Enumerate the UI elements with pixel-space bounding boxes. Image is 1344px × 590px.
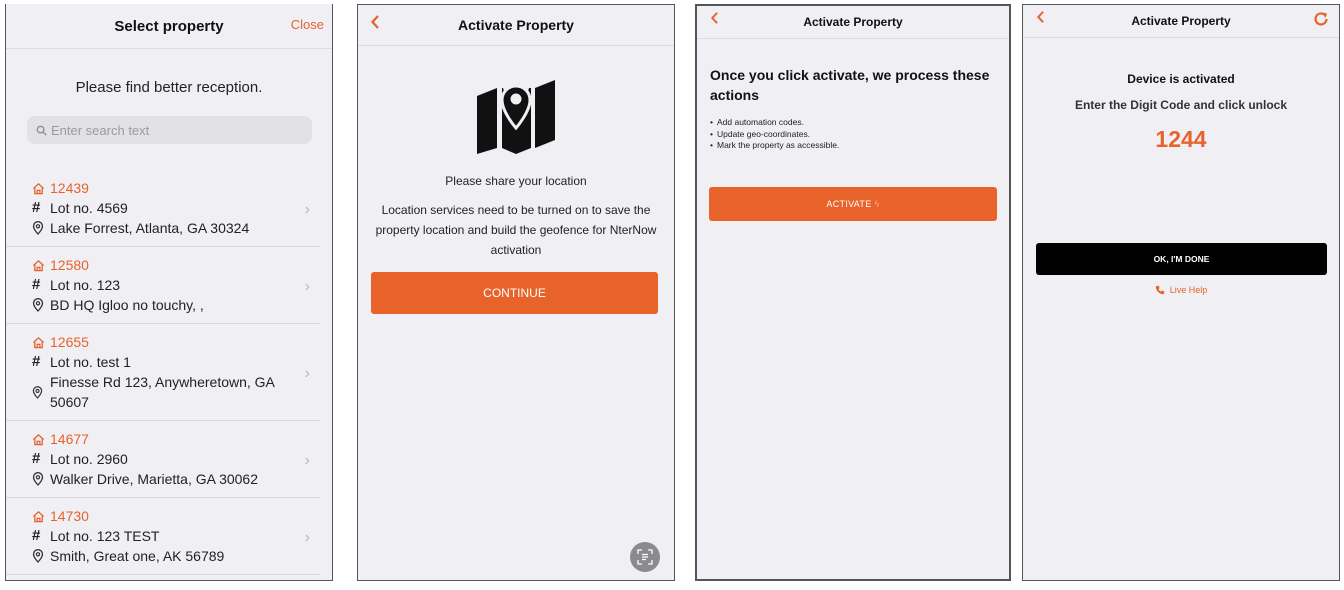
list-item[interactable]: 14677 # Lot no. 2960 Walker Drive, Mariet… (6, 421, 320, 498)
phone-icon (1155, 285, 1164, 295)
actions-list: Add automation codes. Update geo-coordin… (710, 117, 1009, 152)
chevron-right-icon: › (304, 278, 310, 295)
header: Select property Close (6, 4, 332, 49)
page-title: Activate Property (803, 15, 903, 29)
back-chevron-icon[interactable] (710, 11, 724, 29)
location-pin-icon (32, 295, 50, 315)
property-id: 12580 (50, 257, 89, 273)
chevron-right-icon: › (304, 201, 310, 218)
search-placeholder: Enter search text (51, 122, 150, 138)
hash-icon: # (32, 276, 41, 293)
chevron-right-icon: › (304, 529, 310, 546)
lot-number: Lot no. 123 (50, 277, 121, 293)
home-icon (32, 255, 50, 275)
home-icon (32, 332, 50, 352)
activate-button[interactable]: ACTIVATE ϟ (709, 186, 997, 221)
live-help-label: Live Help (1169, 285, 1208, 295)
address: Smith, Great one, AK 56789 (50, 548, 225, 564)
live-help-link[interactable]: Live Help (1023, 285, 1339, 295)
close-button[interactable]: Close (291, 17, 324, 32)
continue-button[interactable]: CONTINUE (371, 272, 658, 314)
hash-icon: # (32, 353, 41, 370)
page-title: Activate Property (458, 17, 574, 33)
property-id: 14730 (50, 508, 89, 524)
address: Lake Forrest, Atlanta, GA 30324 (50, 220, 250, 236)
done-button[interactable]: OK, I'M DONE (1036, 243, 1327, 275)
header: Activate Property (358, 5, 674, 46)
digit-code: 1244 (1155, 126, 1207, 152)
lot-number: Lot no. 123 TEST (50, 528, 160, 544)
device-activated-screen: Activate Property Device is activated En… (1022, 4, 1340, 581)
search-icon (36, 125, 47, 136)
unlock-instruction: Enter the Digit Code and click unlock (1074, 98, 1288, 112)
home-icon (32, 178, 50, 198)
hash-icon: # (32, 199, 41, 216)
page-title: Activate Property (1131, 14, 1231, 28)
chevron-right-icon: › (304, 452, 310, 469)
list-item[interactable]: 12580 # Lot no. 123 BD HQ Igloo no touchy… (6, 247, 320, 324)
location-pin-icon (32, 546, 50, 566)
list-item: Mark the property as accessible. (710, 140, 1009, 152)
scan-text-icon[interactable] (630, 542, 660, 572)
hash-icon: # (32, 527, 41, 544)
activate-actions-screen: Activate Property Once you click activat… (695, 4, 1011, 581)
list-item[interactable]: 12655 # Lot no. test 1 Finesse Rd 123, An… (6, 324, 320, 421)
address: BD HQ Igloo no touchy, , (50, 297, 204, 313)
map-location-icon (358, 74, 674, 154)
list-item[interactable]: 15226 (6, 575, 320, 580)
share-location-screen: Activate Property Please share your loca… (357, 4, 675, 581)
home-icon (32, 429, 50, 449)
lot-number: Lot no. test 1 (50, 354, 131, 370)
location-description: Location services need to be turned on t… (375, 203, 657, 257)
home-icon (32, 506, 50, 526)
page-title: Select property (114, 17, 224, 35)
property-id: 12439 (50, 180, 89, 196)
bolt-icon: ϟ (874, 198, 880, 209)
location-pin-icon (32, 218, 50, 238)
header: Activate Property (697, 6, 1009, 39)
search-input[interactable]: Enter search text (27, 116, 312, 144)
chevron-right-icon: › (304, 365, 310, 382)
location-pin-icon (32, 469, 50, 489)
list-item: Update geo-coordinates. (710, 129, 1009, 141)
property-id: 12655 (50, 334, 89, 350)
back-chevron-icon[interactable] (1036, 10, 1050, 28)
activation-status: Device is activated (1127, 72, 1235, 86)
actions-heading: Once you click activate, we process thes… (710, 67, 990, 103)
select-property-screen: Select property Close Please find better… (5, 4, 333, 581)
property-list: 12439 # Lot no. 4569 Lake Forrest, Atlant… (6, 170, 332, 580)
header: Activate Property (1023, 5, 1339, 38)
activate-label: ACTIVATE (826, 198, 872, 209)
lot-number: Lot no. 2960 (50, 451, 128, 467)
back-chevron-icon[interactable] (370, 14, 384, 32)
location-pin-icon (32, 382, 50, 402)
list-item[interactable]: 12439 # Lot no. 4569 Lake Forrest, Atlant… (6, 170, 320, 247)
list-item: Add automation codes. (710, 117, 1009, 129)
address: Finesse Rd 123, Anywheretown, GA 50607 (50, 374, 275, 410)
hash-icon: # (32, 450, 41, 467)
share-location-text: Please share your location (445, 174, 587, 188)
lot-number: Lot no. 4569 (50, 200, 128, 216)
reception-message: Please find better reception. (75, 79, 263, 96)
list-item[interactable]: 14730 # Lot no. 123 TEST Smith, Great one… (6, 498, 320, 575)
address: Walker Drive, Marietta, GA 30062 (50, 471, 259, 487)
refresh-icon[interactable] (1313, 11, 1329, 32)
property-id: 14677 (50, 431, 89, 447)
